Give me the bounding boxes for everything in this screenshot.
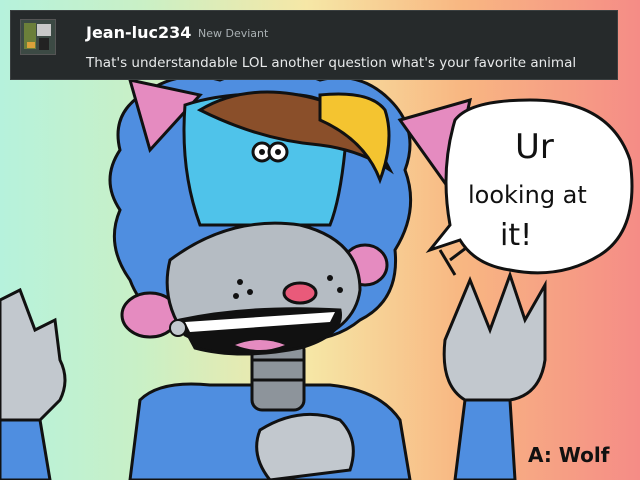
chest-hand [255,412,355,480]
left-hand [0,287,67,422]
comment-username[interactable]: Jean-luc234 [86,23,191,42]
nose [282,281,318,305]
right-hand [442,270,547,402]
user-role-badge: New Deviant [198,27,269,40]
artist-signature: A: Wolf [528,443,610,467]
speech-line-1: Ur [515,127,554,167]
comment-text: That's understandable LOL another questi… [86,55,577,71]
comment-card: Jean-luc234 New Deviant That's understan… [10,10,618,80]
user-avatar-icon[interactable] [20,19,56,55]
speech-line-2: looking at [468,181,587,209]
speech-line-3: it! [500,218,532,253]
